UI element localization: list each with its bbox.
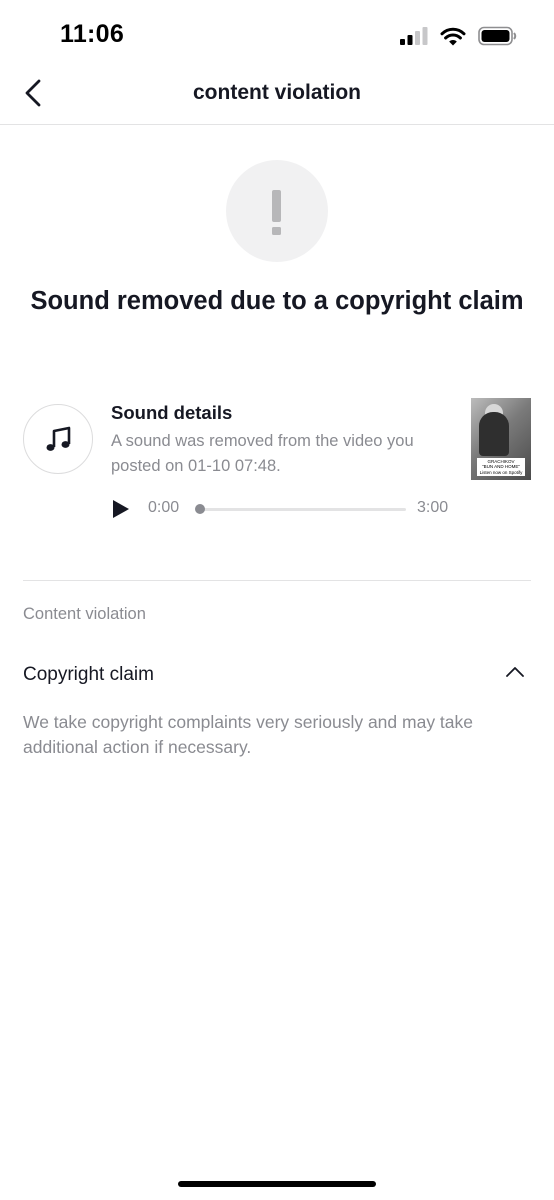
status-bar: 11:06 [0, 0, 554, 70]
headline: Sound removed due to a copyright claim [30, 287, 524, 315]
cellular-signal-icon [400, 27, 428, 50]
thumbnail-person [479, 412, 509, 456]
play-button[interactable] [111, 499, 131, 519]
music-note-icon [46, 426, 71, 451]
battery-icon [478, 26, 518, 51]
play-icon [113, 500, 129, 518]
sound-description: A sound was removed from the video you p… [111, 432, 414, 475]
wifi-icon [440, 27, 466, 51]
status-icons [400, 26, 518, 51]
duration: 3:00 [417, 499, 449, 516]
section-label: Content violation [23, 605, 146, 623]
progress-thumb[interactable] [195, 504, 205, 514]
progress-track[interactable] [201, 508, 406, 511]
current-time: 0:00 [148, 499, 180, 516]
chevron-up-icon [506, 667, 524, 677]
home-indicator[interactable] [178, 1181, 376, 1187]
copyright-claim-toggle[interactable]: Copyright claim [23, 650, 531, 694]
claim-title: Copyright claim [23, 664, 154, 685]
status-time: 11:06 [60, 20, 125, 48]
page-title: content violation [193, 81, 361, 104]
divider [23, 580, 531, 581]
nav-bar: content violation [0, 62, 554, 125]
thumbnail-caption: GRACHIKOV "BUN AND HOME" Listen now on S… [477, 457, 525, 476]
music-badge [23, 404, 93, 474]
sound-details: Sound details A sound was removed from t… [23, 398, 533, 538]
video-thumbnail[interactable]: GRACHIKOV "BUN AND HOME" Listen now on S… [471, 398, 531, 480]
alert-badge [226, 160, 328, 262]
thumbnail-caption-line: Listen now on Spotify [479, 469, 523, 475]
audio-player: 0:00 3:00 [111, 498, 456, 520]
thumbnail-caption-line: "BUN AND HOME" [482, 464, 520, 469]
claim-description: We take copyright complaints very seriou… [23, 712, 474, 757]
exclamation-icon [272, 190, 281, 235]
sound-title: Sound details [111, 402, 233, 423]
